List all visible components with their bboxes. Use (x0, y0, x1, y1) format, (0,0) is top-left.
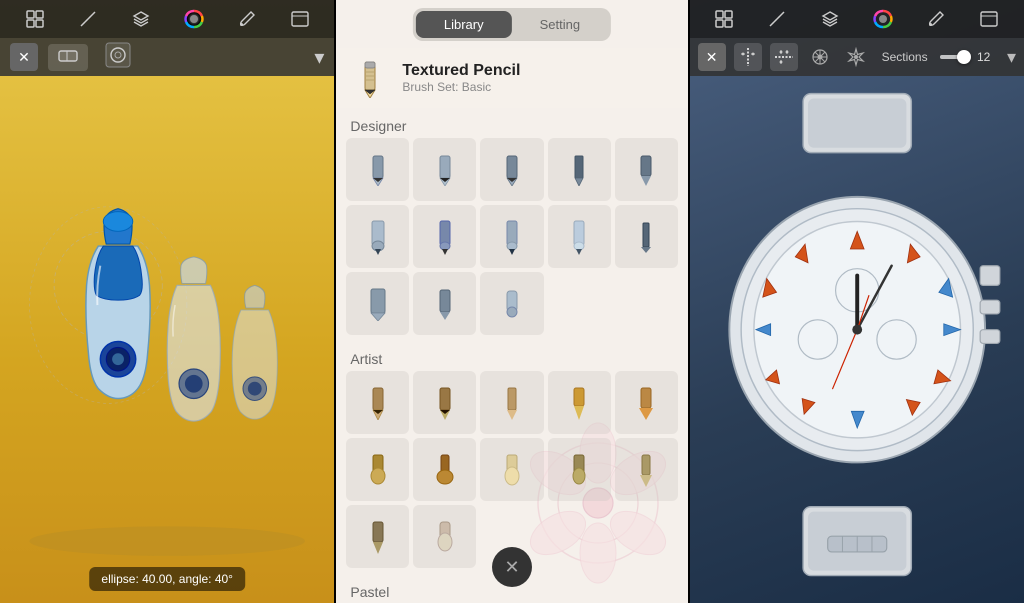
brush-item[interactable] (480, 371, 543, 434)
brush-item[interactable] (480, 272, 543, 335)
brush-name: Textured Pencil (402, 62, 520, 80)
center-tab-bar: Library Setting (413, 8, 611, 41)
brush-info: Textured Pencil Brush Set: Basic (402, 62, 520, 94)
layers-icon-r[interactable] (816, 5, 844, 33)
designer-brush-grid (346, 138, 677, 335)
brush-header: Textured Pencil Brush Set: Basic (336, 48, 687, 108)
brush-list: Designer Artist (336, 110, 687, 603)
sections-value: 12 (977, 50, 995, 64)
panel-left: ✕ ▾ (0, 0, 334, 603)
grid-icon[interactable] (21, 5, 49, 33)
close-button[interactable]: ✕ (10, 43, 38, 71)
right-close-button[interactable]: ✕ (698, 43, 726, 71)
status-bar: ellipse: 40.00, angle: 40° (89, 567, 245, 591)
star-symmetry-button[interactable] (842, 43, 870, 71)
brush-item[interactable] (413, 272, 476, 335)
canvas-icon-r[interactable] (975, 5, 1003, 33)
brush-item[interactable] (346, 438, 409, 501)
ruler-icon[interactable] (74, 5, 102, 33)
sections-label: Sections (882, 50, 928, 64)
brush-item[interactable] (548, 138, 611, 201)
brush-item[interactable] (346, 272, 409, 335)
tab-library[interactable]: Library (416, 11, 512, 38)
sections-slider[interactable] (940, 55, 969, 59)
brush-item[interactable] (346, 505, 409, 568)
artist-brush-grid (346, 371, 677, 568)
brush-icon[interactable] (233, 5, 261, 33)
brush-item[interactable] (413, 505, 476, 568)
draw-tool-circle[interactable] (104, 41, 132, 74)
tab-setting[interactable]: Setting (512, 11, 608, 38)
brush-item[interactable] (615, 205, 678, 268)
brush-item[interactable] (615, 371, 678, 434)
brush-item[interactable] (548, 371, 611, 434)
eraser-tool[interactable] (48, 44, 88, 71)
brush-item[interactable] (548, 205, 611, 268)
brush-item[interactable] (480, 438, 543, 501)
brush-item[interactable] (615, 438, 678, 501)
section-designer: Designer (346, 110, 677, 138)
symmetry-x-button[interactable] (734, 43, 762, 71)
brush-item[interactable] (548, 438, 611, 501)
section-artist: Artist (346, 343, 677, 371)
color-wheel-icon-r[interactable] (869, 5, 897, 33)
color-wheel-icon[interactable] (180, 5, 208, 33)
panel-right: ✕ (688, 0, 1024, 603)
brush-item[interactable] (413, 205, 476, 268)
layers-icon[interactable] (127, 5, 155, 33)
brush-item[interactable] (615, 138, 678, 201)
brush-item[interactable] (413, 438, 476, 501)
brush-item[interactable] (346, 138, 409, 201)
center-close-button[interactable]: ✕ (492, 547, 532, 587)
brush-item[interactable] (346, 371, 409, 434)
left-menu-button[interactable]: ▾ (314, 45, 324, 70)
watch-canvas[interactable] (690, 76, 1024, 603)
left-toolbar (0, 0, 334, 38)
right-menu-button[interactable]: ▾ (1007, 47, 1016, 68)
sketch-canvas-left[interactable] (0, 76, 334, 603)
brush-item[interactable] (480, 138, 543, 201)
grid-icon-r[interactable] (710, 5, 738, 33)
brush-icon-r[interactable] (922, 5, 950, 33)
brush-item[interactable] (480, 205, 543, 268)
brush-item[interactable] (413, 138, 476, 201)
symmetry-y-button[interactable] (770, 43, 798, 71)
radial-symmetry-button[interactable] (806, 43, 834, 71)
canvas-icon[interactable] (286, 5, 314, 33)
right-toolbar (690, 0, 1024, 38)
brush-set: Brush Set: Basic (402, 80, 520, 94)
panel-center: Library Setting Textured Pencil Brush Se… (334, 0, 687, 603)
ruler-icon-r[interactable] (763, 5, 791, 33)
brush-item[interactable] (346, 205, 409, 268)
brush-preview-icon (350, 58, 390, 98)
brush-item[interactable] (413, 371, 476, 434)
right-secondary-toolbar: ✕ (690, 38, 1024, 76)
left-secondary-toolbar: ✕ ▾ (0, 38, 334, 76)
